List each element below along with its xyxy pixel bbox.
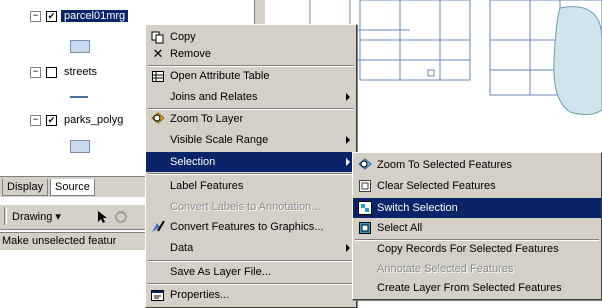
select-all-icon <box>355 222 375 234</box>
tab-display[interactable]: Display <box>2 179 49 196</box>
menu-label: Clear Selected Features <box>377 180 496 192</box>
submenu-arrow-icon <box>346 136 350 144</box>
menu-label: Switch Selection <box>377 202 458 214</box>
menu-label: Label Features <box>170 180 244 192</box>
menu-item-save-as-layer-file[interactable]: Save As Layer File... <box>146 262 356 282</box>
menu-label: Data <box>170 242 194 254</box>
menu-separator <box>148 173 354 175</box>
parcel-symbol-swatch[interactable] <box>70 40 90 53</box>
submenu-arrow-icon <box>346 93 350 101</box>
status-text: Make unselected featur <box>2 235 117 247</box>
menu-label: Convert Features to Graphics... <box>170 221 324 233</box>
menu-item-select-all[interactable]: Select All <box>353 218 601 238</box>
submenu-arrow-icon <box>346 244 350 252</box>
layer-name-parks[interactable]: parks_polyg <box>61 114 126 126</box>
menu-label: Select All <box>377 222 423 234</box>
menu-item-selection[interactable]: Selection <box>146 152 356 172</box>
copy-icon <box>148 31 168 44</box>
switch-selection-icon <box>355 201 375 215</box>
table-icon <box>148 70 168 82</box>
remove-x-icon: ✕ <box>152 46 164 61</box>
menu-item-remove[interactable]: ✕ Remove <box>146 44 356 64</box>
layer-name-streets[interactable]: streets <box>61 66 100 78</box>
selection-submenu: Zoom To Selected Features Clear Selected… <box>352 152 602 300</box>
menu-item-clear-selected[interactable]: Clear Selected Features <box>353 176 601 196</box>
menu-item-copy-records[interactable]: Copy Records For Selected Features <box>353 239 601 259</box>
menu-label: Selection <box>170 156 216 168</box>
menu-item-zoom-to-selected[interactable]: Zoom To Selected Features <box>353 155 601 175</box>
drawing-toolbar: Drawing ▾ <box>0 204 155 230</box>
menu-item-create-layer-from-selected[interactable]: Create Layer From Selected Features <box>353 278 601 298</box>
drawing-menu-button[interactable]: Drawing ▾ <box>12 210 61 223</box>
layer-visibility-checkbox[interactable] <box>46 66 57 78</box>
menu-item-label-features[interactable]: Label Features <box>146 176 356 196</box>
menu-label: Joins and Relates <box>170 91 258 103</box>
layer-visibility-checkbox[interactable]: ✔ <box>46 114 57 126</box>
menu-label: Open Attribute Table <box>170 70 270 82</box>
menu-label: Copy <box>170 31 196 43</box>
menu-label: Annotate Selected Features <box>377 263 514 275</box>
menu-label: Visible Scale Range <box>170 134 269 146</box>
menu-item-switch-selection[interactable]: Switch Selection <box>353 198 601 218</box>
select-elements-arrow-icon[interactable] <box>96 210 108 224</box>
menu-item-zoom-to-layer[interactable]: Zoom To Layer <box>146 109 356 129</box>
layer-row-streets[interactable]: − streets <box>30 64 100 80</box>
menu-label: Properties... <box>170 289 230 301</box>
tab-source[interactable]: Source <box>50 179 95 196</box>
menu-item-annotate-selected[interactable]: Annotate Selected Features <box>353 259 601 279</box>
menu-item-convert-labels[interactable]: Convert Labels to Annotation... <box>146 197 356 217</box>
parks-symbol-swatch[interactable] <box>70 140 90 153</box>
collapse-icon[interactable]: − <box>30 66 41 78</box>
clear-selection-icon <box>355 180 375 192</box>
collapse-icon[interactable]: − <box>30 114 41 126</box>
menu-item-convert-features[interactable]: Convert Features to Graphics... <box>146 217 356 237</box>
menu-label: Save As Layer File... <box>170 266 271 278</box>
collapse-icon[interactable]: − <box>30 10 41 22</box>
toolbar-grip[interactable] <box>4 207 7 225</box>
submenu-arrow-icon <box>346 158 350 166</box>
zoom-layer-icon <box>148 112 168 126</box>
menu-label: Zoom To Selected Features <box>377 159 512 171</box>
menu-item-properties[interactable]: Properties... <box>146 285 356 305</box>
rotate-icon[interactable] <box>114 210 128 224</box>
layer-visibility-checkbox[interactable]: ✔ <box>46 10 57 22</box>
layer-name-parcel01mrg[interactable]: parcel01mrg <box>61 10 129 22</box>
layer-context-menu: Copy ✕ Remove Open Attribute Table Joins… <box>145 24 357 308</box>
menu-label: Convert Labels to Annotation... <box>170 201 321 213</box>
convert-graphics-icon <box>148 220 168 234</box>
menu-label: Copy Records For Selected Features <box>377 243 559 255</box>
menu-label: Remove <box>170 48 211 60</box>
zoom-selected-icon <box>355 158 375 172</box>
menu-item-data[interactable]: Data <box>146 238 356 258</box>
layer-row-parks[interactable]: − ✔ parks_polyg <box>30 112 126 128</box>
menu-label: Create Layer From Selected Features <box>377 282 562 294</box>
menu-item-open-attribute-table[interactable]: Open Attribute Table <box>146 66 356 86</box>
park-polygon <box>553 6 602 116</box>
menu-item-joins-and-relates[interactable]: Joins and Relates <box>146 87 356 107</box>
menu-label: Zoom To Layer <box>170 113 244 125</box>
properties-icon <box>148 289 168 302</box>
status-bar: Make unselected featur <box>0 232 162 250</box>
layer-row-parcel01mrg[interactable]: − ✔ parcel01mrg <box>30 8 129 24</box>
streets-symbol-swatch[interactable] <box>70 96 88 98</box>
menu-item-visible-scale-range[interactable]: Visible Scale Range <box>146 130 356 150</box>
